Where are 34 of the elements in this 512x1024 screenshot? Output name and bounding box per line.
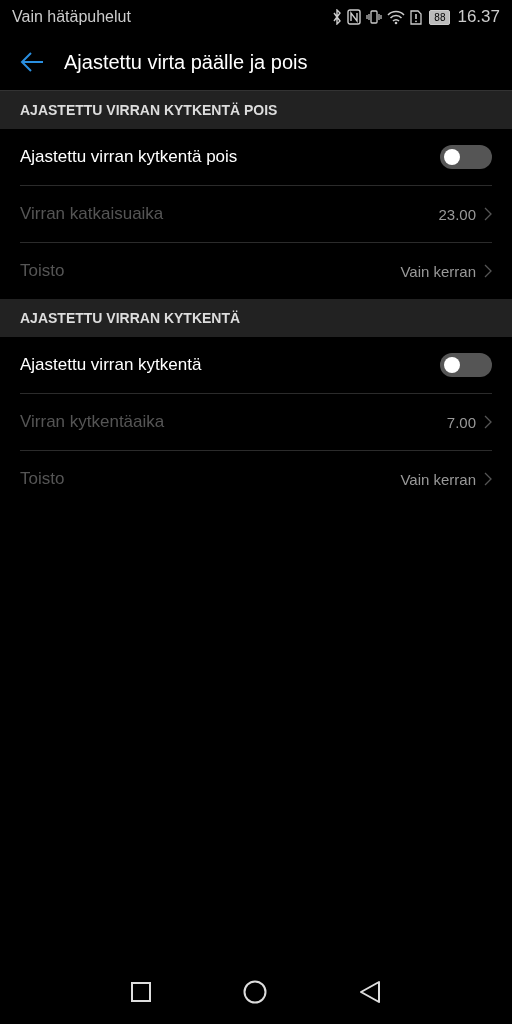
row-value: Vain kerran — [400, 262, 476, 280]
row-label: Toisto — [20, 261, 66, 281]
clock-time: 16.37 — [457, 7, 500, 27]
section-header: AJASTETTU VIRRAN KYTKENTÄ — [0, 299, 512, 337]
back-button[interactable] — [20, 52, 44, 72]
back-arrow-icon — [20, 52, 44, 72]
toggle-switch[interactable] — [440, 353, 492, 377]
circle-icon[interactable] — [243, 980, 267, 1004]
square-icon[interactable] — [131, 982, 151, 1002]
section-header: AJASTETTU VIRRAN KYTKENTÄ POIS — [0, 91, 512, 129]
row-label: Virran katkaisuaika — [20, 204, 165, 224]
wifi-icon — [387, 9, 406, 25]
chevron-right-icon — [484, 207, 492, 221]
screen-title: Ajastettu virta päälle ja pois — [64, 50, 308, 74]
battery-icon: 88 — [429, 9, 451, 25]
row-label: Virran kytkentäaika — [20, 412, 166, 432]
row-value: 23.00 — [438, 205, 476, 223]
settings-row[interactable]: Ajastettu virran kytkentä pois — [20, 129, 492, 186]
settings-row[interactable]: Ajastettu virran kytkentä — [20, 337, 492, 394]
chevron-right-icon — [484, 415, 492, 429]
row-value: Vain kerran — [400, 470, 476, 488]
row-value: 7.00 — [446, 413, 476, 431]
row-label: Ajastettu virran kytkentä — [20, 355, 203, 375]
nfc-icon — [347, 9, 362, 25]
chevron-right-icon — [484, 472, 492, 486]
vibrate-icon — [366, 9, 383, 25]
sim-alert-icon — [410, 9, 423, 25]
row-label: Toisto — [20, 469, 66, 489]
bluetooth-icon — [332, 9, 343, 25]
chevron-right-icon — [484, 264, 492, 278]
toggle-switch[interactable] — [440, 145, 492, 169]
row-label: Ajastettu virran kytkentä pois — [20, 147, 239, 167]
carrier-text: Vain hätäpuhelut — [12, 8, 131, 26]
triangle-icon[interactable] — [359, 980, 381, 1004]
